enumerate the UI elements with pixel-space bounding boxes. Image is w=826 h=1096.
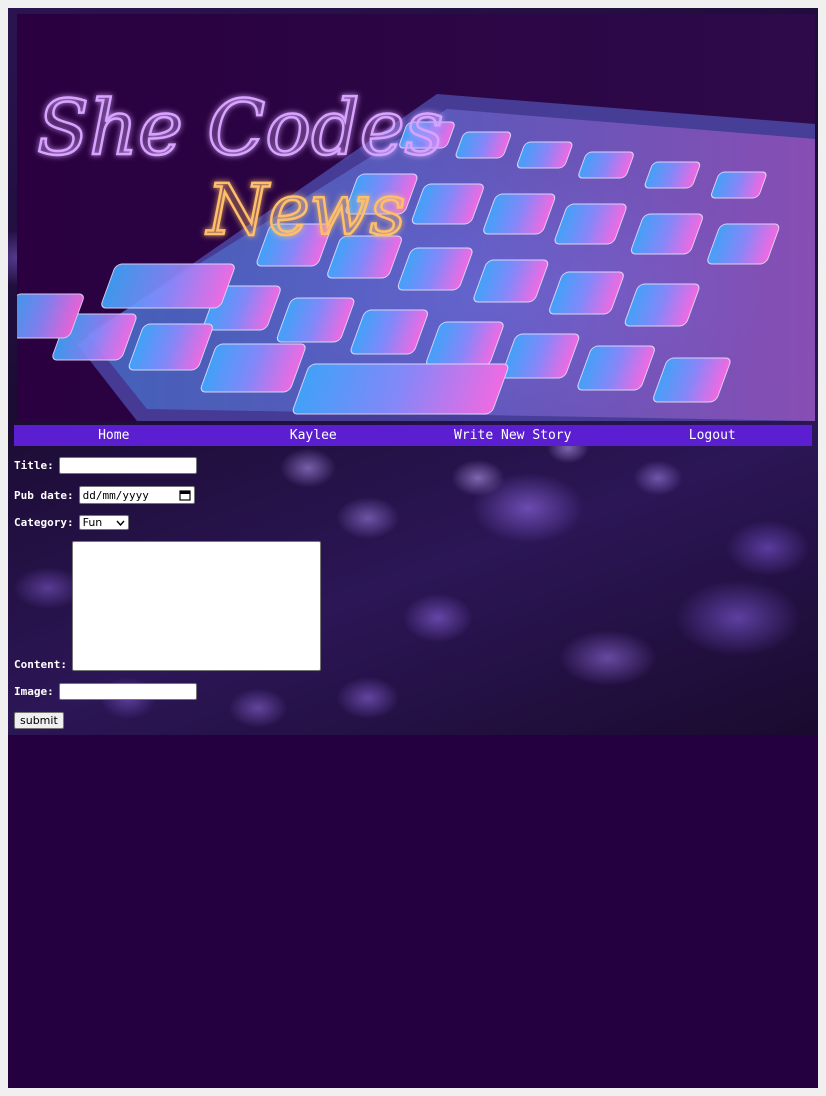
- hero-title-line2: News: [205, 169, 406, 251]
- image-input[interactable]: [58, 683, 197, 700]
- category-select[interactable]: Fun: [78, 515, 129, 530]
- pub-date-input[interactable]: dd/mm/yyyy: [78, 486, 195, 504]
- hero-title-line1: She Codes: [37, 83, 444, 172]
- hero-banner: She Codes News: [17, 14, 815, 421]
- main-nav: Home Kaylee Write New Story Logout: [14, 425, 812, 446]
- keyboard-image: She Codes News: [17, 82, 815, 421]
- nav-logout-link[interactable]: Logout: [613, 425, 813, 446]
- pub-date-placeholder: dd/mm/yyyy: [82, 488, 149, 502]
- image-label: Image:: [14, 685, 54, 698]
- page: She Codes News Home Kaylee Write New Sto…: [8, 8, 818, 1088]
- chevron-down-icon: [116, 520, 125, 526]
- content-textarea[interactable]: [71, 541, 321, 671]
- category-selected-value: Fun: [82, 516, 103, 529]
- title-input[interactable]: [58, 457, 197, 474]
- nav-user-link[interactable]: Kaylee: [214, 425, 414, 446]
- nav-write-story-link[interactable]: Write New Story: [413, 425, 613, 446]
- nav-home-link[interactable]: Home: [14, 425, 214, 446]
- calendar-icon[interactable]: [179, 489, 191, 501]
- submit-button[interactable]: submit: [14, 712, 64, 729]
- title-label: Title:: [14, 459, 54, 472]
- content-label: Content:: [14, 658, 67, 671]
- category-label: Category:: [14, 516, 74, 529]
- pub-date-label: Pub date:: [14, 488, 74, 502]
